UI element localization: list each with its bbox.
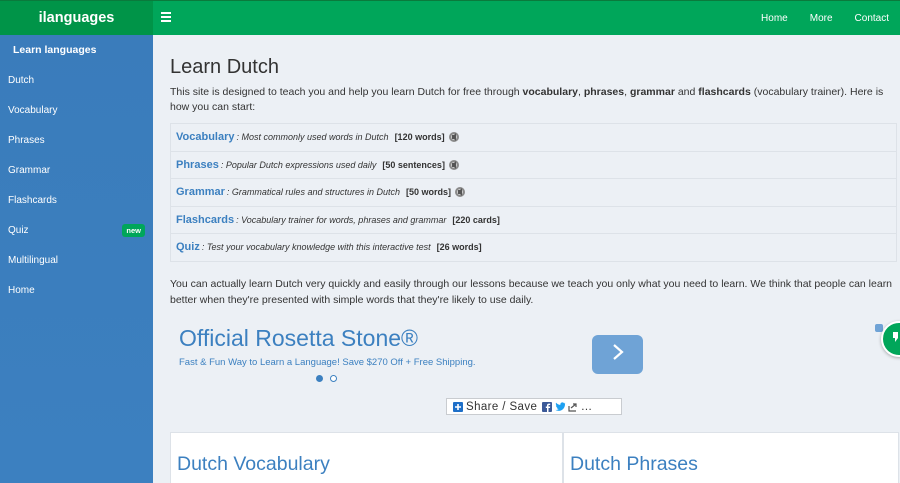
- lesson-count: [120 words]: [394, 132, 445, 143]
- lesson-count: [50 words]: [405, 187, 451, 198]
- nav-contact-link[interactable]: Contact: [852, 13, 892, 24]
- sidebar-item-multilingual[interactable]: Multilingual: [0, 245, 153, 275]
- sidebar-item-label: Flashcards: [8, 194, 57, 206]
- intro-text: This site is designed to teach you and h…: [170, 85, 892, 114]
- lesson-row-vocabulary: Vocabulary : Most commonly used words in…: [170, 124, 897, 152]
- carousel-dot[interactable]: [330, 375, 337, 382]
- plus-icon: [453, 401, 463, 412]
- quote-icon: [892, 330, 900, 348]
- sidebar-item-vocabulary[interactable]: Vocabulary: [0, 95, 153, 125]
- intro-bold-grammar: grammar: [629, 86, 675, 98]
- intro-bold-vocabulary: vocabulary: [522, 86, 578, 98]
- main-content: Learn Dutch This site is designed to tea…: [153, 35, 900, 483]
- ad-next-button[interactable]: [592, 335, 643, 374]
- speaker-icon[interactable]: [448, 159, 460, 171]
- dutch-vocabulary-card: Dutch Vocabulary: [170, 432, 563, 483]
- chevron-right-icon: [611, 343, 625, 366]
- sidebar-item-label: Quiz: [8, 224, 29, 236]
- sidebar-item-home[interactable]: Home: [0, 275, 153, 305]
- intro-text-1: This site is designed to teach you and h…: [170, 86, 523, 98]
- sidebar-title: Learn languages: [13, 44, 97, 56]
- lesson-link-vocabulary[interactable]: Vocabulary: [176, 131, 235, 143]
- dutch-phrases-card: Dutch Phrases: [563, 432, 899, 483]
- new-badge: new: [122, 224, 145, 237]
- lesson-desc: : Grammatical rules and structures in Du…: [226, 187, 400, 198]
- carousel-dot-active[interactable]: [316, 375, 323, 382]
- sidebar-item-flashcards[interactable]: Flashcards: [0, 185, 153, 215]
- facebook-icon[interactable]: [542, 401, 553, 412]
- lesson-count: [26 words]: [436, 242, 482, 253]
- nav-more-link[interactable]: More: [807, 13, 836, 24]
- lesson-row-quiz: Quiz : Test your vocabulary knowledge wi…: [170, 234, 897, 262]
- top-navbar: Home More Contact: [153, 0, 900, 35]
- ad-subtitle[interactable]: Fast & Fun Way to Learn a Language! Save…: [179, 357, 476, 368]
- card-title[interactable]: Dutch Phrases: [570, 453, 698, 476]
- sidebar-item-label: Dutch: [8, 74, 35, 86]
- sidebar-item-label: Vocabulary: [8, 104, 58, 116]
- sidebar-item-quiz[interactable]: Quiz new: [0, 215, 153, 245]
- lesson-link-quiz[interactable]: Quiz: [176, 241, 200, 253]
- sidebar: Learn languages Dutch Vocabulary Phrases…: [0, 35, 153, 483]
- lesson-row-grammar: Grammar : Grammatical rules and structur…: [170, 179, 897, 207]
- lesson-desc: : Vocabulary trainer for words, phrases …: [236, 214, 447, 225]
- lesson-desc: : Test your vocabulary knowledge with th…: [201, 242, 431, 253]
- lesson-desc: : Popular Dutch expressions used daily: [220, 159, 377, 170]
- lesson-desc: : Most commonly used words in Dutch: [236, 132, 389, 143]
- nav-home-link[interactable]: Home: [758, 13, 791, 24]
- lessons-table: Vocabulary : Most commonly used words in…: [170, 123, 897, 262]
- lesson-link-grammar[interactable]: Grammar: [176, 186, 225, 198]
- sidebar-item-label: Phrases: [8, 134, 45, 146]
- lesson-row-phrases: Phrases : Popular Dutch expressions used…: [170, 151, 897, 179]
- feedback-button[interactable]: [881, 321, 900, 357]
- lesson-link-flashcards[interactable]: Flashcards: [176, 214, 234, 226]
- intro-text-4: and: [674, 86, 699, 98]
- intro-bold-phrases: phrases: [583, 86, 625, 98]
- twitter-icon[interactable]: [555, 401, 566, 412]
- lesson-count: [220 cards]: [452, 214, 500, 225]
- lesson-count: [50 sentences]: [382, 159, 445, 170]
- description-paragraph: You can actually learn Dutch very quickl…: [170, 278, 893, 306]
- menu-toggle-icon[interactable]: [161, 10, 171, 24]
- page-title: Learn Dutch: [170, 56, 279, 78]
- intro-bold-flashcards: flashcards: [698, 86, 751, 98]
- share-more-label[interactable]: ...: [581, 401, 592, 413]
- ad-title-link[interactable]: Official Rosetta Stone®: [179, 325, 418, 352]
- share-save-bar[interactable]: Share / Save ...: [446, 398, 622, 415]
- share-arrow-icon[interactable]: [568, 402, 578, 412]
- sidebar-item-label: Home: [8, 284, 35, 296]
- lesson-row-flashcards: Flashcards : Vocabulary trainer for word…: [170, 206, 897, 234]
- share-label: Share / Save: [466, 400, 538, 413]
- lesson-link-phrases[interactable]: Phrases: [176, 159, 219, 171]
- top-nav: Home More Contact: [750, 1, 900, 36]
- card-title[interactable]: Dutch Vocabulary: [177, 453, 330, 476]
- sidebar-item-dutch[interactable]: Dutch: [0, 65, 153, 95]
- sidebar-item-label: Grammar: [8, 164, 51, 176]
- speaker-icon[interactable]: [448, 131, 460, 143]
- sidebar-item-label: Multilingual: [8, 254, 59, 266]
- sidebar-item-phrases[interactable]: Phrases: [0, 125, 153, 155]
- brand-logo[interactable]: ilanguages: [0, 0, 153, 35]
- speaker-icon[interactable]: [454, 186, 466, 198]
- sidebar-item-grammar[interactable]: Grammar: [0, 155, 153, 185]
